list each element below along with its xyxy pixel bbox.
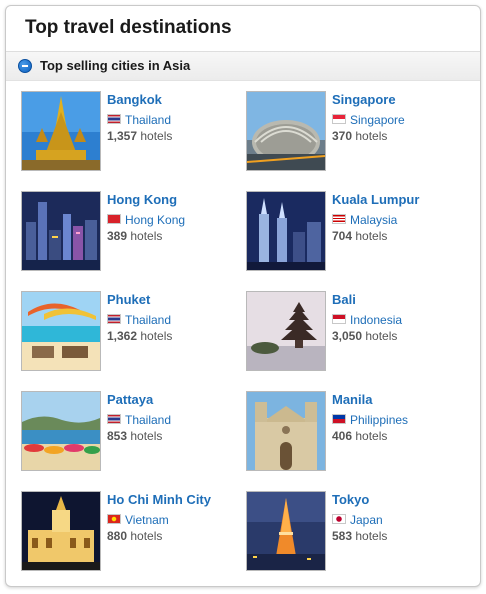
city-item-ho-chi-minh-city: Ho Chi Minh City Vietnam 880 hotels (21, 491, 241, 573)
city-item-hong-kong: Hong Kong Hong Kong 389 hotels (21, 191, 241, 273)
city-photo-hong-kong[interactable] (21, 191, 101, 271)
japan-flag-icon (332, 513, 346, 524)
city-photo-kuala-lumpur[interactable] (246, 191, 326, 271)
hotel-count-manila: 406 hotels (332, 429, 388, 443)
country-link-phuket[interactable]: Thailand (125, 313, 171, 327)
country-link-pattaya[interactable]: Thailand (125, 413, 171, 427)
philippines-flag-icon (332, 413, 346, 424)
hotel-count-singapore: 370 hotels (332, 129, 388, 143)
section-header-asia[interactable]: Top selling cities in Asia (6, 51, 480, 81)
city-link-tokyo[interactable]: Tokyo (332, 492, 369, 507)
city-link-ho-chi-minh-city[interactable]: Ho Chi Minh City (107, 492, 211, 507)
city-item-tokyo: Tokyo Japan 583 hotels (246, 491, 466, 573)
city-photo-phuket[interactable] (21, 291, 101, 371)
city-item-bali: Bali Indonesia 3,050 hotels (246, 291, 466, 373)
hotel-count-bangkok: 1,357 hotels (107, 129, 173, 143)
city-link-bangkok[interactable]: Bangkok (107, 92, 162, 107)
city-link-manila[interactable]: Manila (332, 392, 372, 407)
hotel-count-kuala-lumpur: 704 hotels (332, 229, 388, 243)
thailand-flag-icon (107, 113, 121, 124)
city-link-bali[interactable]: Bali (332, 292, 356, 307)
city-item-kuala-lumpur: Kuala Lumpur Malaysia 704 hotels (246, 191, 466, 273)
city-photo-singapore[interactable] (246, 91, 326, 171)
country-link-manila[interactable]: Philippines (350, 413, 408, 427)
hotel-count-ho-chi-minh-city: 880 hotels (107, 529, 163, 543)
city-photo-manila[interactable] (246, 391, 326, 471)
thailand-flag-icon (107, 413, 121, 424)
collapse-minus-icon[interactable] (18, 59, 32, 73)
indonesia-flag-icon (332, 313, 346, 324)
hotel-count-tokyo: 583 hotels (332, 529, 388, 543)
city-link-kuala-lumpur[interactable]: Kuala Lumpur (332, 192, 419, 207)
city-photo-bali[interactable] (246, 291, 326, 371)
city-link-singapore[interactable]: Singapore (332, 92, 396, 107)
city-item-phuket: Phuket Thailand 1,362 hotels (21, 291, 241, 373)
city-item-singapore: Singapore Singapore 370 hotels (246, 91, 466, 173)
top-destinations-widget: Top travel destinations Top selling citi… (5, 5, 481, 587)
singapore-flag-icon (332, 113, 346, 124)
hotel-count-hong-kong: 389 hotels (107, 229, 163, 243)
country-link-tokyo[interactable]: Japan (350, 513, 383, 527)
city-link-pattaya[interactable]: Pattaya (107, 392, 153, 407)
city-link-hong-kong[interactable]: Hong Kong (107, 192, 177, 207)
country-link-kuala-lumpur[interactable]: Malaysia (350, 213, 397, 227)
country-link-bangkok[interactable]: Thailand (125, 113, 171, 127)
country-link-ho-chi-minh-city[interactable]: Vietnam (125, 513, 169, 527)
hotel-count-phuket: 1,362 hotels (107, 329, 173, 343)
city-item-manila: Manila Philippines 406 hotels (246, 391, 466, 473)
hotel-count-bali: 3,050 hotels (332, 329, 398, 343)
thailand-flag-icon (107, 313, 121, 324)
country-link-hong-kong[interactable]: Hong Kong (125, 213, 185, 227)
city-photo-pattaya[interactable] (21, 391, 101, 471)
malaysia-flag-icon (332, 213, 346, 224)
country-link-singapore[interactable]: Singapore (350, 113, 405, 127)
hotel-count-pattaya: 853 hotels (107, 429, 163, 443)
country-link-bali[interactable]: Indonesia (350, 313, 402, 327)
section-title: Top selling cities in Asia (40, 58, 191, 73)
city-link-phuket[interactable]: Phuket (107, 292, 150, 307)
widget-title: Top travel destinations (25, 17, 232, 38)
vietnam-flag-icon (107, 513, 121, 524)
city-item-bangkok: Bangkok Thailand 1,357 hotels (21, 91, 241, 173)
city-item-pattaya: Pattaya Thailand 853 hotels (21, 391, 241, 473)
city-photo-bangkok[interactable] (21, 91, 101, 171)
hong-kong-flag-icon (107, 213, 121, 224)
city-photo-ho-chi-minh-city[interactable] (21, 491, 101, 571)
city-photo-tokyo[interactable] (246, 491, 326, 571)
